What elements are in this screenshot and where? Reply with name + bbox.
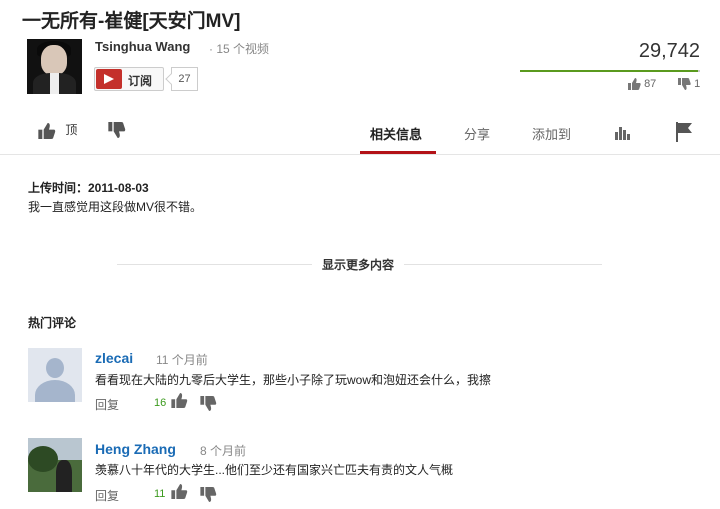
like-count: 87 <box>628 78 657 91</box>
tab-add-to[interactable]: 添加到 <box>532 124 571 143</box>
tab-share[interactable]: 分享 <box>464 124 490 143</box>
video-count: · 15 个视频 <box>209 42 270 56</box>
thumbs-up-icon <box>38 122 56 139</box>
reply-button[interactable]: 回复 <box>95 487 119 504</box>
video-description: 我一直感觉用这段做MV很不错。 <box>28 200 203 214</box>
youtube-icon <box>96 69 122 89</box>
thumbs-up-icon[interactable] <box>171 484 188 504</box>
channel-name[interactable]: Tsinghua Wang <box>95 39 190 54</box>
like-label: 顶 <box>65 123 78 137</box>
dislike-button[interactable] <box>108 121 126 139</box>
dislike-count-value: 1 <box>694 78 701 90</box>
avatar[interactable] <box>28 348 82 402</box>
thumbs-down-icon[interactable] <box>200 487 217 507</box>
thumbs-up-icon <box>628 78 641 91</box>
comment-like-count: 16 <box>154 397 167 409</box>
divider <box>0 154 720 155</box>
like-button[interactable]: 顶 <box>38 121 77 139</box>
stats-icon[interactable] <box>614 124 632 145</box>
like-ratio-bar <box>520 70 700 72</box>
subscribe-button[interactable]: 订阅 <box>94 67 164 91</box>
dislike-count: 1 <box>678 78 701 91</box>
comment-text: 羡慕八十年代的大学生...他们至少还有国家兴亡匹夫有责的文人气概 <box>95 463 454 477</box>
comment-text: 看看现在大陆的九零后大学生，那些小子除了玩wow和泡妞还会什么，我擦 <box>95 373 492 387</box>
comment-time[interactable]: 8 个月前 <box>200 442 246 459</box>
thumbs-down-icon <box>108 121 126 138</box>
comment-author[interactable]: zlecai <box>95 350 133 366</box>
comment-time[interactable]: 11 个月前 <box>156 351 208 368</box>
subscribe-label: 订阅 <box>128 74 153 88</box>
flag-icon[interactable] <box>675 122 693 147</box>
like-ratio-fill <box>520 70 699 72</box>
comments-heading: 热门评论 <box>28 316 77 330</box>
thumbs-up-icon[interactable] <box>171 393 188 413</box>
comment-like-count: 11 <box>154 488 166 500</box>
channel-avatar[interactable] <box>27 39 82 94</box>
tab-info[interactable]: 相关信息 <box>370 124 422 143</box>
view-count: 29,742 <box>638 40 700 62</box>
upload-time: 上传时间：2011-08-03 <box>28 181 149 195</box>
thumbs-down-icon[interactable] <box>200 396 217 416</box>
show-more-button[interactable]: 显示更多内容 <box>312 256 405 273</box>
avatar[interactable] <box>28 438 82 492</box>
reply-button[interactable]: 回复 <box>95 396 119 413</box>
subscriber-count: 27 <box>171 67 198 91</box>
like-count-value: 87 <box>644 78 657 90</box>
thumbs-down-icon <box>678 78 691 91</box>
comment-author[interactable]: Heng Zhang <box>95 441 176 457</box>
video-title: 一无所有-崔健[天安门MV] <box>22 11 241 32</box>
